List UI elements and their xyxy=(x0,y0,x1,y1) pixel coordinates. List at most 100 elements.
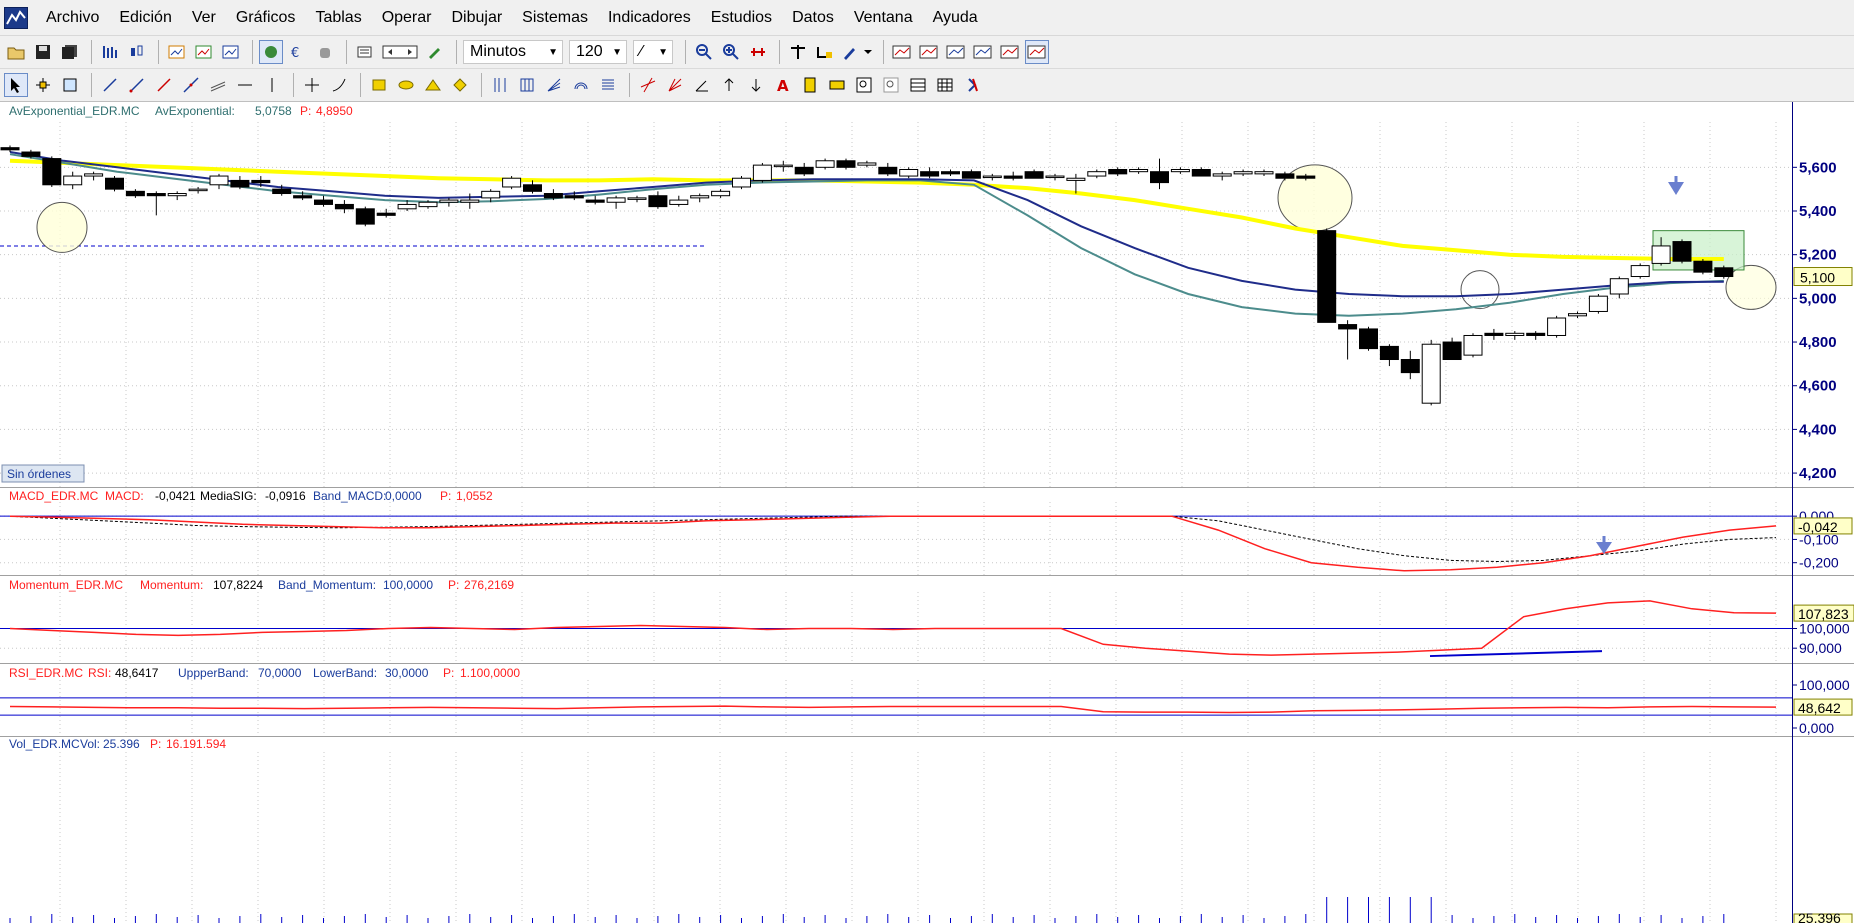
line-style-select[interactable]: ⁄ ▼ xyxy=(633,40,673,64)
diamond-tool-icon[interactable] xyxy=(448,73,472,97)
triangle-tool-icon[interactable] xyxy=(421,73,445,97)
candle-body xyxy=(1609,278,1629,295)
volume-panel[interactable]: Vol_EDR.MC Vol: 25.396 P: 16.191.594 25.… xyxy=(0,736,1854,923)
period-value: 120 xyxy=(576,43,603,60)
menu-item-7[interactable]: Sistemas xyxy=(512,0,598,36)
brush-icon[interactable] xyxy=(840,40,874,64)
line-tool-icon[interactable] xyxy=(98,73,122,97)
channel-tool-icon[interactable] xyxy=(206,73,230,97)
fibonacci-zones-icon[interactable] xyxy=(515,73,539,97)
zoom-out-icon[interactable] xyxy=(692,40,716,64)
pointer-icon[interactable] xyxy=(4,73,28,97)
candle-body xyxy=(1463,334,1483,356)
period-value-select[interactable]: 120 ▼ xyxy=(569,40,627,64)
grid-tool-icon[interactable] xyxy=(906,73,930,97)
cursor-cross-icon[interactable] xyxy=(31,73,55,97)
save-all-icon[interactable] xyxy=(58,40,82,64)
save-icon[interactable] xyxy=(31,40,55,64)
vertical-line-icon[interactable] xyxy=(260,73,284,97)
find-pattern-icon[interactable] xyxy=(852,73,876,97)
window-layout-2-icon[interactable] xyxy=(917,40,941,64)
price-header-label2: P: xyxy=(300,104,311,118)
new-chart-icon[interactable] xyxy=(165,40,189,64)
period-unit-select[interactable]: Minutos ▼ xyxy=(463,40,563,64)
menu-item-2[interactable]: Ver xyxy=(182,0,226,36)
menu-item-8[interactable]: Indicadores xyxy=(598,0,701,36)
candle-body xyxy=(1087,171,1107,177)
candle-body xyxy=(1400,359,1420,374)
open-folder-icon[interactable] xyxy=(4,40,28,64)
price-y-axis: 5,600 5,400 5,200 5,000 4,800 4,600 4,400 4,200… xyxy=(1792,159,1853,482)
rectangle-tool-icon[interactable] xyxy=(367,73,391,97)
crosshair-icon[interactable] xyxy=(786,40,810,64)
arrow-down-tool-icon[interactable] xyxy=(744,73,768,97)
momentum-current-label: 107,823 xyxy=(1798,606,1849,622)
ellipse-tool-icon[interactable] xyxy=(394,73,418,97)
angle-tool-icon[interactable] xyxy=(690,73,714,97)
bar-chart-icon[interactable] xyxy=(98,40,122,64)
price-label-icon[interactable] xyxy=(798,73,822,97)
fibonacci-fan-icon[interactable] xyxy=(542,73,566,97)
window-layout-1-icon[interactable] xyxy=(890,40,914,64)
speed-lines-icon[interactable] xyxy=(636,73,660,97)
fibonacci-time-icon[interactable] xyxy=(488,73,512,97)
pencil-tool-icon[interactable] xyxy=(423,40,447,64)
chevron-down-icon: ▼ xyxy=(548,46,558,58)
zoom-area-icon[interactable] xyxy=(879,73,903,97)
menu-item-12[interactable]: Ayuda xyxy=(923,0,988,36)
chart-template-icon[interactable] xyxy=(192,40,216,64)
select-rect-icon[interactable] xyxy=(58,73,82,97)
candle-body xyxy=(543,193,563,199)
extended-line-icon[interactable] xyxy=(179,73,203,97)
trendline-icon[interactable] xyxy=(125,73,149,97)
momentum-header-name: Momentum_EDR.MC xyxy=(9,578,123,592)
text-tool-icon[interactable]: A xyxy=(771,73,795,97)
ray-tool-icon[interactable] xyxy=(152,73,176,97)
chart-window-icon[interactable] xyxy=(219,40,243,64)
rsi-panel[interactable]: RSI_EDR.MC RSI: 48,6417 UppperBand: 70,0… xyxy=(0,663,1854,736)
arrow-up-tool-icon[interactable] xyxy=(717,73,741,97)
menu-item-4[interactable]: Tablas xyxy=(305,0,371,36)
portfolio-icon[interactable] xyxy=(259,40,283,64)
table-tool-icon[interactable] xyxy=(933,73,957,97)
menu-item-0[interactable]: Archivo xyxy=(36,0,109,36)
menu-item-3[interactable]: Gráficos xyxy=(226,0,306,36)
window-layout-6-icon[interactable] xyxy=(1025,40,1049,64)
menu-item-1[interactable]: Edición xyxy=(109,0,181,36)
properties-icon[interactable] xyxy=(353,40,377,64)
horizontal-line-icon[interactable] xyxy=(233,73,257,97)
menu-item-11[interactable]: Ventana xyxy=(844,0,923,36)
app-logo-icon[interactable] xyxy=(4,6,28,29)
currency-icon[interactable]: € xyxy=(286,40,310,64)
candle-chart-icon[interactable] xyxy=(125,40,149,64)
macd-header-value4: 1,0552 xyxy=(456,489,493,503)
fibonacci-retracement-icon[interactable] xyxy=(596,73,620,97)
window-layout-4-icon[interactable] xyxy=(971,40,995,64)
chart-canvas[interactable]: AvExponential_EDR.MC AvExponential: 5,07… xyxy=(0,102,1854,923)
hand-icon[interactable] xyxy=(313,40,337,64)
zoom-in-icon[interactable] xyxy=(719,40,743,64)
menu-item-5[interactable]: Operar xyxy=(372,0,442,36)
fit-chart-icon[interactable] xyxy=(746,40,770,64)
menu-item-9[interactable]: Estudios xyxy=(701,0,782,36)
price-panel[interactable]: AvExponential_EDR.MC AvExponential: 5,07… xyxy=(0,102,1853,487)
scroll-range-icon[interactable] xyxy=(380,40,420,64)
chart-area[interactable]: AvExponential_EDR.MC AvExponential: 5,07… xyxy=(0,102,1854,923)
curve-tool-icon[interactable] xyxy=(327,73,351,97)
gann-fan-icon[interactable] xyxy=(663,73,687,97)
rsi-current-label: 48,642 xyxy=(1798,700,1841,716)
menu-item-6[interactable]: Dibujar xyxy=(441,0,512,36)
volume-current-label: 25.396 xyxy=(1798,910,1841,923)
menu-item-10[interactable]: Datos xyxy=(782,0,844,36)
momentum-panel[interactable]: Momentum_EDR.MC Momentum: 107,8224 Band_… xyxy=(0,575,1854,663)
note-tool-icon[interactable] xyxy=(825,73,849,97)
delete-drawings-icon[interactable] xyxy=(960,73,984,97)
ruler-icon[interactable] xyxy=(813,40,837,64)
crosshair-line-icon[interactable] xyxy=(300,73,324,97)
window-layout-5-icon[interactable] xyxy=(998,40,1022,64)
window-layout-3-icon[interactable] xyxy=(944,40,968,64)
candle-body xyxy=(21,151,41,157)
momentum-axis-label: 100,000 xyxy=(1799,621,1850,637)
macd-panel[interactable]: MACD_EDR.MC MACD: -0,0421 MediaSIG: -0,0… xyxy=(0,487,1854,575)
fibonacci-arcs-icon[interactable] xyxy=(569,73,593,97)
